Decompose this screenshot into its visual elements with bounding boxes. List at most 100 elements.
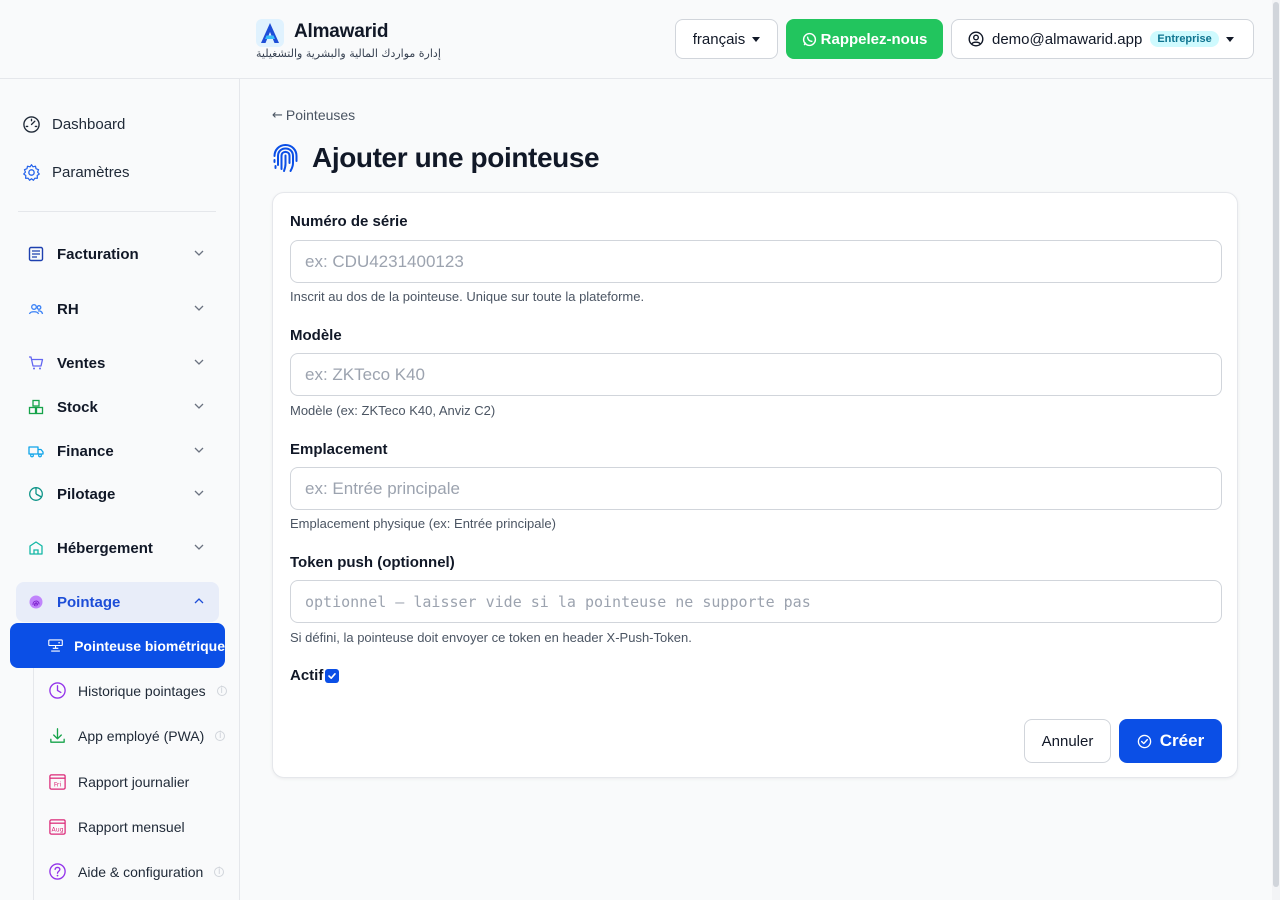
page-title: Ajouter une pointeuse: [272, 142, 600, 174]
arrow-left-icon: ←: [272, 107, 283, 123]
sidebar-group-label: Pointage: [57, 593, 121, 611]
fingerprint-icon: [29, 595, 43, 609]
token-input[interactable]: [290, 580, 1222, 623]
serial-input[interactable]: [290, 240, 1222, 283]
caret-down-icon: [752, 36, 761, 42]
sidebar-group-label: Facturation: [57, 245, 139, 263]
page-scrollbar-thumb[interactable]: [1273, 2, 1279, 887]
submenu-guide-line: [33, 644, 34, 900]
sidebar-group-finance[interactable]: Finance: [16, 431, 219, 471]
location-input[interactable]: [290, 467, 1222, 510]
sidebar: Dashboard Paramètres Facturation RH Vent: [0, 79, 240, 900]
clock-icon: [49, 682, 66, 699]
create-button[interactable]: Créer: [1119, 719, 1222, 763]
truck-icon: [28, 446, 44, 458]
sidebar-link-label: Dashboard: [52, 116, 126, 133]
sidebar-item-app-employe[interactable]: App employé (PWA) i: [48, 726, 226, 745]
device-form-card: Numéro de série Inscrit au dos de la poi…: [272, 192, 1238, 778]
brand[interactable]: Almawarid إدارة مواردك المالية والبشرية …: [256, 19, 441, 60]
language-select[interactable]: français: [675, 19, 778, 59]
device-icon: [48, 639, 63, 652]
svg-text:Aug: Aug: [51, 827, 63, 834]
plan-badge: Entreprise: [1150, 31, 1219, 47]
cancel-button[interactable]: Annuler: [1024, 719, 1111, 763]
sidebar-item-label: Pointeuse biométrique: [74, 637, 225, 654]
user-circle-icon: [968, 31, 984, 47]
token-label: Token push (optionnel): [290, 554, 455, 571]
invoice-icon: [28, 246, 44, 262]
user-menu[interactable]: demo@almawarid.app Entreprise: [951, 19, 1254, 59]
callback-label: Rappelez-nous: [820, 30, 928, 48]
sidebar-item-rapport-journalier[interactable]: Fri Rapport journalier: [48, 772, 189, 791]
sidebar-item-rapport-mensuel[interactable]: Aug Rapport mensuel: [48, 817, 185, 836]
chevron-down-icon: [194, 250, 204, 256]
serial-label: Numéro de série: [290, 213, 408, 230]
sidebar-group-stock[interactable]: Stock: [16, 387, 219, 427]
active-label: Actif: [290, 667, 324, 684]
chevron-up-icon: [194, 598, 204, 604]
model-label: Modèle: [290, 327, 342, 344]
sidebar-item-historique[interactable]: Historique pointages i: [48, 681, 227, 700]
gauge-icon: [23, 116, 40, 133]
sidebar-group-rh[interactable]: RH: [16, 289, 219, 329]
top-bar: Almawarid إدارة مواردك المالية والبشرية …: [0, 0, 1272, 79]
svg-text:Fri: Fri: [54, 782, 62, 789]
sidebar-group-hebergement[interactable]: Hébergement: [16, 528, 219, 568]
sidebar-item-label: Aide & configuration: [78, 863, 204, 880]
calendar-day-icon: Fri: [49, 774, 66, 790]
download-icon: [50, 728, 65, 743]
user-email: demo@almawarid.app: [992, 30, 1143, 48]
info-icon: i: [215, 730, 226, 741]
sidebar-group-label: Hébergement: [57, 539, 153, 557]
sidebar-item-aide[interactable]: Aide & configuration i: [48, 862, 225, 881]
sidebar-group-facturation[interactable]: Facturation: [16, 234, 219, 274]
sidebar-group-label: Pilotage: [57, 485, 116, 503]
page-title-text: Ajouter une pointeuse: [312, 142, 600, 173]
active-toggle: Actif: [290, 667, 340, 684]
sidebar-link-settings[interactable]: Paramètres: [22, 163, 130, 182]
sidebar-group-label: Stock: [57, 398, 98, 416]
sidebar-divider: [18, 211, 216, 212]
brand-name: Almawarid: [294, 21, 389, 42]
model-input[interactable]: [290, 353, 1222, 396]
callback-button[interactable]: Rappelez-nous: [786, 19, 943, 59]
chevron-down-icon: [194, 544, 204, 550]
whatsapp-icon: [802, 32, 816, 46]
help-icon: [49, 863, 66, 880]
sidebar-group-ventes[interactable]: Ventes: [16, 343, 219, 383]
check-circle-icon: [1137, 734, 1152, 748]
caret-down-icon: [1226, 37, 1234, 42]
cart-icon: [29, 356, 44, 370]
sidebar-link-dashboard[interactable]: Dashboard: [22, 115, 125, 134]
gear-icon: [23, 164, 40, 181]
sidebar-group-label: Ventes: [57, 354, 106, 372]
chevron-down-icon: [194, 490, 204, 496]
sidebar-item-label: App employé (PWA): [78, 727, 205, 744]
sidebar-group-label: Finance: [57, 442, 114, 460]
chevron-down-icon: [194, 447, 204, 453]
create-label: Créer: [1159, 731, 1205, 750]
active-checkbox[interactable]: [325, 668, 340, 683]
info-icon: i: [214, 866, 225, 877]
chevron-down-icon: [194, 403, 204, 409]
boxes-icon: [28, 399, 44, 415]
breadcrumb-label: Pointeuses: [285, 107, 356, 123]
chevron-down-icon: [194, 359, 204, 365]
location-label: Emplacement: [290, 441, 388, 458]
model-help: Modèle (ex: ZKTeco K40, Anviz C2): [290, 403, 496, 418]
breadcrumb[interactable]: ← Pointeuses: [272, 107, 355, 123]
sidebar-item-label: Rapport mensuel: [78, 818, 185, 835]
chevron-down-icon: [194, 305, 204, 311]
language-label: français: [692, 30, 746, 48]
sidebar-group-pilotage[interactable]: Pilotage: [16, 474, 219, 514]
sidebar-group-pointage[interactable]: Pointage: [16, 582, 219, 622]
sidebar-group-label: RH: [57, 300, 79, 318]
pie-chart-icon: [29, 487, 43, 501]
sidebar-item-pointeuse-biometrique[interactable]: Pointeuse biométrique: [10, 623, 225, 668]
almawarid-logo-icon: [256, 19, 284, 47]
calendar-month-icon: Aug: [49, 819, 66, 835]
building-icon: [29, 541, 43, 555]
users-icon: [28, 304, 44, 315]
sidebar-item-label: Rapport journalier: [78, 773, 190, 790]
info-icon: i: [216, 685, 227, 696]
